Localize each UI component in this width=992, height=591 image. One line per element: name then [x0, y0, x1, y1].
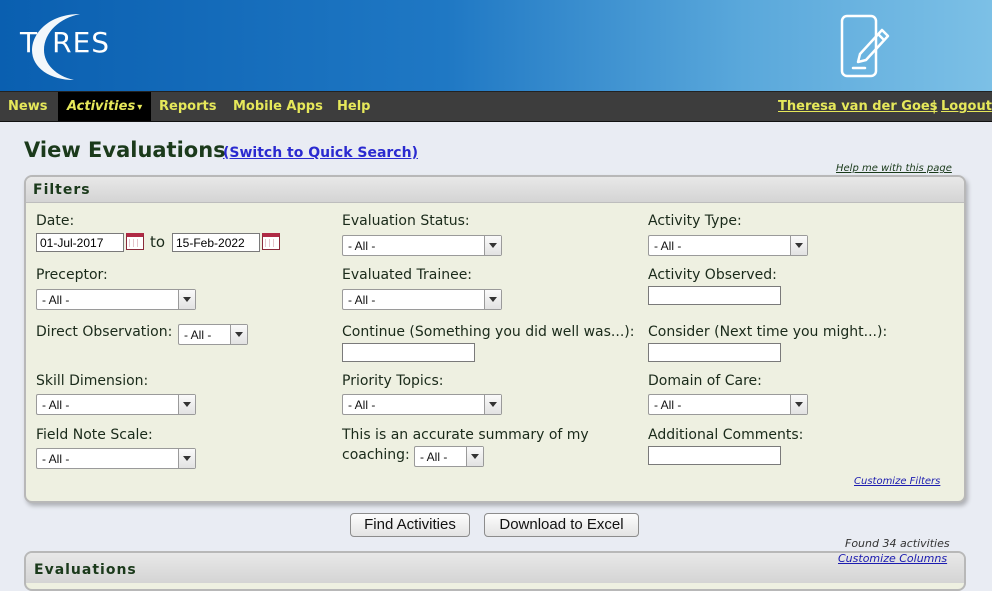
- select-value: - All -: [184, 328, 212, 342]
- skill-dimension-label: Skill Dimension:: [36, 373, 149, 389]
- chevron-down-icon: ▾: [137, 102, 143, 113]
- select-value: - All -: [42, 398, 70, 412]
- evaluated-trainee-label: Evaluated Trainee:: [342, 267, 473, 283]
- chevron-down-icon: [178, 449, 195, 468]
- logo-letter-t: T: [20, 26, 39, 59]
- download-excel-button[interactable]: Download to Excel: [484, 513, 639, 537]
- evaluations-panel: Evaluations: [24, 551, 966, 591]
- nav-separator: |: [932, 99, 937, 114]
- header-banner: T RES: [0, 0, 992, 91]
- activity-observed-label: Activity Observed:: [648, 267, 777, 283]
- select-value: - All -: [42, 293, 70, 307]
- direct-observation-select[interactable]: - All -: [178, 324, 248, 345]
- logo-wordmark: T RES: [20, 26, 110, 59]
- evaluations-header: Evaluations: [26, 553, 964, 583]
- evaluations-title: Evaluations: [34, 562, 137, 578]
- mobile-edit-icon[interactable]: [838, 14, 890, 80]
- page-title: View Evaluations: [24, 138, 226, 162]
- calendar-icon[interactable]: [262, 233, 280, 250]
- additional-comments-label: Additional Comments:: [648, 427, 804, 443]
- select-value: - All -: [348, 293, 376, 307]
- priority-topics-label: Priority Topics:: [342, 373, 444, 389]
- accurate-summary-label-cont: coaching:: [342, 447, 410, 463]
- chevron-down-icon: [178, 395, 195, 414]
- logo-letters-res: RES: [52, 26, 111, 59]
- continue-input[interactable]: [342, 343, 475, 362]
- logout-link[interactable]: Logout: [941, 92, 992, 121]
- chevron-down-icon: [484, 236, 501, 255]
- date-to-label: to: [150, 233, 166, 251]
- nav-help[interactable]: Help: [337, 92, 370, 121]
- date-label: Date:: [36, 213, 75, 229]
- filters-title: Filters: [33, 182, 91, 198]
- chevron-down-icon: [178, 290, 195, 309]
- chevron-down-icon: [484, 395, 501, 414]
- chevron-down-icon: [230, 325, 247, 344]
- select-value: - All -: [654, 398, 682, 412]
- evaluation-status-select[interactable]: - All -: [342, 235, 502, 256]
- evaluation-status-label: Evaluation Status:: [342, 213, 470, 229]
- chevron-down-icon: [790, 395, 807, 414]
- select-value: - All -: [420, 450, 448, 464]
- customize-filters-link[interactable]: Customize Filters: [854, 476, 940, 487]
- additional-comments-input[interactable]: [648, 446, 781, 465]
- consider-input[interactable]: [648, 343, 781, 362]
- nav-news[interactable]: News: [8, 92, 47, 121]
- switch-quick-search-link[interactable]: (Switch to Quick Search): [223, 145, 418, 161]
- filters-panel: Filters Date: to Evaluation Status: - Al…: [24, 175, 966, 503]
- continue-label: Continue (Something you did well was...)…: [342, 324, 635, 340]
- chevron-down-icon: [484, 290, 501, 309]
- nav-activities[interactable]: Activities ▾: [58, 92, 152, 121]
- field-note-scale-label: Field Note Scale:: [36, 427, 153, 443]
- activity-observed-input[interactable]: [648, 286, 781, 305]
- activity-type-label: Activity Type:: [648, 213, 742, 229]
- filters-header: Filters: [26, 177, 964, 203]
- nav-activities-label: Activities: [67, 99, 136, 114]
- field-note-scale-select[interactable]: - All -: [36, 448, 196, 469]
- results-count: Found 34 activities: [845, 537, 950, 550]
- help-link[interactable]: Help me with this page: [836, 163, 952, 174]
- domain-of-care-label: Domain of Care:: [648, 373, 762, 389]
- nav-reports[interactable]: Reports: [159, 92, 216, 121]
- select-value: - All -: [348, 239, 376, 253]
- date-to-input[interactable]: [172, 233, 260, 252]
- date-from-input[interactable]: [36, 233, 124, 252]
- chevron-down-icon: [466, 447, 483, 466]
- select-value: - All -: [42, 452, 70, 466]
- priority-topics-select[interactable]: - All -: [342, 394, 502, 415]
- nav-mobile-apps[interactable]: Mobile Apps: [233, 92, 323, 121]
- chevron-down-icon: [790, 236, 807, 255]
- main-nav: News Activities ▾ Reports Mobile Apps Hel…: [0, 91, 992, 122]
- calendar-icon[interactable]: [126, 233, 144, 250]
- consider-label: Consider (Next time you might...):: [648, 324, 888, 340]
- select-value: - All -: [348, 398, 376, 412]
- find-activities-button[interactable]: Find Activities: [350, 513, 470, 537]
- activity-type-select[interactable]: - All -: [648, 235, 808, 256]
- accurate-summary-select[interactable]: - All -: [414, 446, 484, 467]
- domain-of-care-select[interactable]: - All -: [648, 394, 808, 415]
- accurate-summary-label: This is an accurate summary of my: [342, 427, 589, 443]
- evaluated-trainee-select[interactable]: - All -: [342, 289, 502, 310]
- direct-observation-label: Direct Observation:: [36, 324, 173, 340]
- select-value: - All -: [654, 239, 682, 253]
- skill-dimension-select[interactable]: - All -: [36, 394, 196, 415]
- preceptor-label: Preceptor:: [36, 267, 108, 283]
- preceptor-select[interactable]: - All -: [36, 289, 196, 310]
- customize-columns-link[interactable]: Customize Columns: [838, 552, 947, 565]
- user-name-link[interactable]: Theresa van der Goes: [778, 92, 937, 121]
